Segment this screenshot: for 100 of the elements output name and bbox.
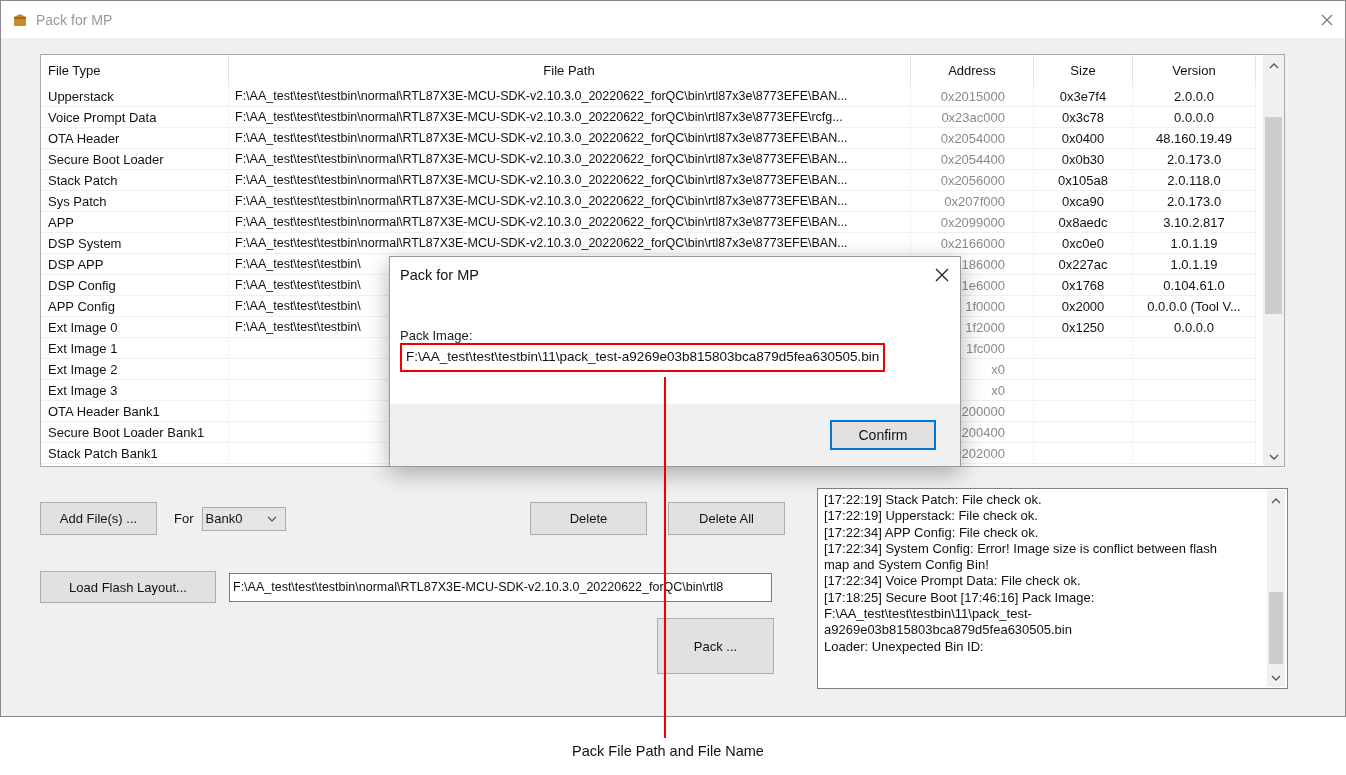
size-cell: 0xc0e0 (1062, 235, 1104, 251)
file-path-cell: F:\AA_test\test\testbin\normal\RTL87X3E-MCU-SDK-v2.10.3.0_20220622_forQC\bin\rtl87x3e\8773EFE\rcfg... (235, 110, 843, 124)
log-line: [17:22:34] APP Config: File check ok. (824, 524, 1040, 541)
window-title: Pack for MP (36, 11, 113, 28)
size-cell: 0x3c78 (1062, 109, 1104, 125)
version-cell: 0.0.0.0 (Tool V... (1147, 298, 1241, 314)
scrollbar[interactable] (1267, 490, 1285, 687)
address-cell: 200000 (961, 403, 1005, 419)
delete-all-button[interactable]: Delete All (668, 502, 785, 535)
file-type-cell: DSP Config (48, 277, 116, 293)
file-type-cell: DSP System (48, 235, 122, 251)
file-path-cell: F:\AA_test\test\testbin\ (235, 278, 361, 292)
size-cell: 0x2000 (1061, 298, 1105, 314)
file-type-cell: Ext Image 2 (48, 361, 118, 377)
size-cell: 0xca90 (1062, 193, 1104, 209)
address-cell: 1e6000 (961, 277, 1005, 293)
dialog-title: Pack for MP (400, 267, 479, 283)
version-cell: 1.0.1.19 (1170, 235, 1218, 251)
file-path-cell: F:\AA_test\test\testbin\normal\RTL87X3E-MCU-SDK-v2.10.3.0_20220622_forQC\bin\rtl87x3e\8773EFE\BAN... (235, 194, 848, 208)
file-type-cell: Stack Patch Bank1 (48, 445, 158, 461)
version-cell: 2.0.173.0 (1166, 193, 1222, 209)
log-line: [17:22:34] System Config: Error! Image size is conflict between flash map and System Config Bin! (824, 540, 1219, 574)
pack-image-path: F:\AA_test\test\testbin\11\pack_test-a9269e03b815803bca879d5fea630505.bin (400, 343, 886, 372)
file-path-cell: F:\AA_test\test\testbin\normal\RTL87X3E-MCU-SDK-v2.10.3.0_20220622_forQC\bin\rtl87x3e\8773EFE\BAN... (235, 152, 848, 166)
chevron-up-icon[interactable] (1268, 63, 1279, 69)
file-type-cell: Sys Patch (48, 193, 107, 209)
size-cell: 0x3e7f4 (1059, 88, 1107, 104)
file-type-cell: OTA Header Bank1 (48, 403, 160, 419)
file-path-cell: F:\AA_test\test\testbin\normal\RTL87X3E-MCU-SDK-v2.10.3.0_20220622_forQC\bin\rtl87x3e\8773EFE\BAN... (235, 236, 848, 250)
file-type-cell: Upperstack (48, 88, 114, 104)
file-path-cell: F:\AA_test\test\testbin\ (235, 299, 361, 313)
address-cell: 0x2166000 (940, 235, 1005, 251)
log-line: [17:18:25] Secure Boot [17:46:16] Pack Image: F:\AA_test\test\testbin\11\pack_test-a9269e03b815803bca879d5fea630505.bin (824, 589, 1096, 639)
annotation-label: Pack File Path and File Name (572, 743, 764, 759)
column-header[interactable]: Version (1133, 55, 1256, 86)
version-cell: 2.0.173.0 (1166, 151, 1222, 167)
address-cell: 1f0000 (965, 298, 1005, 314)
address-cell: 0x2054400 (940, 151, 1005, 167)
add-files-button[interactable]: Add File(s) ... (40, 502, 157, 535)
confirm-button[interactable]: Confirm (830, 420, 936, 450)
version-cell: 3.10.2.817 (1163, 214, 1225, 230)
load-flash-layout-button[interactable]: Load Flash Layout... (40, 571, 216, 603)
chevron-down-icon[interactable] (1271, 675, 1281, 681)
size-cell: 0x8aedc (1058, 214, 1108, 230)
address-cell: 0x2099000 (940, 214, 1005, 230)
address-cell: 0x207f000 (944, 193, 1005, 209)
file-type-cell: Ext Image 3 (48, 382, 118, 398)
file-path-cell: F:\AA_test\test\testbin\normal\RTL87X3E-MCU-SDK-v2.10.3.0_20220622_forQC\bin\rtl87x3e\8773EFE\BAN... (235, 89, 848, 103)
delete-button[interactable]: Delete (530, 502, 647, 535)
file-path-cell: F:\AA_test\test\testbin\ (235, 320, 361, 334)
log-line: [17:22:19] Upperstack: File check ok. (824, 508, 1039, 525)
chevron-up-icon[interactable] (1271, 498, 1281, 504)
column-header[interactable]: Size (1034, 55, 1133, 86)
file-path-cell: F:\AA_test\test\testbin\normal\RTL87X3E-MCU-SDK-v2.10.3.0_20220622_forQC\bin\rtl87x3e\8773EFE\BAN... (235, 173, 848, 187)
file-type-cell: Stack Patch (48, 172, 118, 188)
address-cell: 186000 (961, 256, 1005, 272)
file-type-cell: Secure Boot Loader (48, 151, 164, 167)
version-cell: 48.160.19.49 (1156, 130, 1232, 146)
version-cell: 2.0.0.0 (1174, 88, 1214, 104)
file-path-cell: F:\AA_test\test\testbin\ (235, 257, 361, 271)
file-type-cell: APP Config (48, 298, 115, 314)
address-cell: x0 (991, 361, 1005, 377)
column-header[interactable]: Address (911, 55, 1034, 86)
version-cell: 0.104.61.0 (1163, 277, 1225, 293)
close-icon[interactable] (935, 268, 949, 282)
file-type-cell: OTA Header (48, 130, 120, 146)
log-line: [17:22:34] Voice Prompt Data: File check ok. (824, 573, 1082, 590)
column-header[interactable]: File Type (41, 55, 229, 86)
version-cell: 2.0.118.0 (1167, 172, 1221, 188)
file-type-cell: Secure Boot Loader Bank1 (48, 424, 205, 440)
size-cell: 0x1250 (1061, 319, 1105, 335)
size-cell: 0x105a8 (1058, 172, 1108, 188)
address-cell: x0 (991, 382, 1005, 398)
size-cell: 0x0b30 (1061, 151, 1105, 167)
address-cell: 202000 (961, 445, 1005, 461)
pack-button[interactable]: Pack ... (657, 618, 774, 674)
file-type-cell: APP (48, 214, 74, 230)
file-type-cell: DSP APP (48, 256, 104, 272)
scrollbar[interactable] (1263, 55, 1284, 466)
size-cell: 0x227ac (1058, 256, 1108, 272)
version-cell: 0.0.0.0 (1174, 319, 1214, 335)
address-cell: 200400 (961, 424, 1005, 440)
chevron-icon (266, 515, 277, 522)
chevron-down-icon[interactable] (1268, 454, 1279, 460)
address-cell: 0x2015000 (940, 88, 1005, 104)
column-header[interactable]: File Path (229, 55, 911, 86)
log-line: Loader: Unexpected Bin ID: (824, 638, 985, 655)
app-icon (12, 11, 28, 28)
pack-image-label: Pack Image: (400, 329, 474, 343)
file-type-cell: Ext Image 1 (48, 340, 118, 356)
address-cell: 1fc000 (965, 340, 1005, 356)
address-cell: 0x2054000 (940, 130, 1005, 146)
version-cell: 0.0.0.0 (1174, 109, 1214, 125)
size-cell: 0x1768 (1061, 277, 1105, 293)
size-cell: 0x0400 (1061, 130, 1105, 146)
version-cell: 1.0.1.19 (1170, 256, 1218, 272)
for-label: For (174, 511, 194, 526)
address-cell: 1f2000 (965, 319, 1005, 335)
bank-dropdown[interactable]: Bank0 (201, 506, 286, 531)
address-cell: 0x2056000 (940, 172, 1005, 188)
